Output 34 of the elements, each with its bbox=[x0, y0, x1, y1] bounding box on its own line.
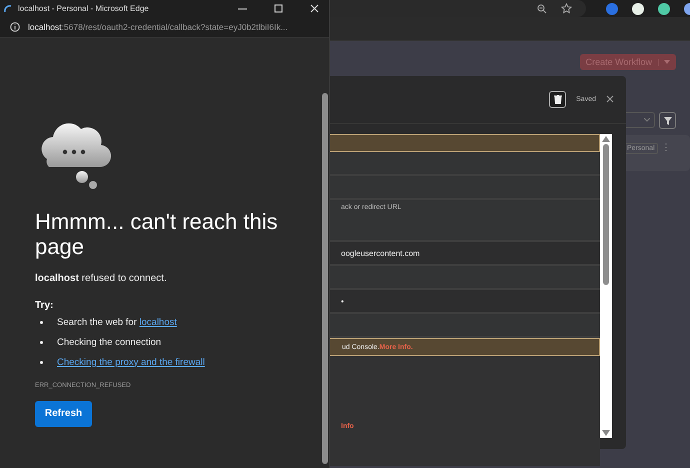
filter-button[interactable] bbox=[659, 112, 676, 129]
bullet-icon bbox=[40, 360, 43, 364]
zoom-out-icon bbox=[537, 4, 547, 14]
suggestion-text: Checking the connection bbox=[57, 336, 162, 348]
extension-icon bbox=[606, 2, 618, 14]
info-icon bbox=[10, 22, 20, 32]
error-heading: Hmmm... can't reach this page bbox=[35, 209, 279, 260]
star-icon bbox=[561, 3, 572, 14]
close-icon bbox=[310, 4, 318, 13]
more-menu[interactable]: ⋮ bbox=[662, 143, 671, 152]
delete-button[interactable] bbox=[549, 91, 566, 108]
maximize-icon bbox=[274, 4, 282, 13]
up-arrow-icon bbox=[602, 136, 610, 142]
scrollbar[interactable] bbox=[600, 134, 612, 438]
try-label: Try: bbox=[35, 300, 54, 311]
extension-icon bbox=[632, 2, 644, 14]
window-title: localhost - Personal - Microsoft Edge bbox=[18, 4, 150, 13]
bullet-icon bbox=[40, 340, 43, 344]
suggestion-text: Search the web for localhost bbox=[57, 316, 177, 328]
chevron-icon bbox=[644, 118, 650, 122]
row-text: • bbox=[341, 296, 344, 306]
caret-icon bbox=[664, 60, 670, 64]
extension-icon bbox=[658, 2, 670, 14]
search-link[interactable]: localhost bbox=[139, 316, 177, 328]
down-arrow-icon bbox=[602, 430, 610, 436]
refresh-button[interactable]: Refresh bbox=[35, 400, 92, 427]
trash-icon bbox=[554, 95, 562, 104]
row-text: oogleusercontent.com bbox=[341, 248, 420, 258]
close-icon bbox=[606, 94, 614, 102]
bullet-icon bbox=[40, 320, 43, 324]
loading-icon bbox=[4, 4, 12, 12]
suggestion-link[interactable]: Checking the proxy and the firewall bbox=[57, 356, 205, 368]
filter-icon bbox=[664, 116, 672, 124]
error-message: localhost refused to connect. bbox=[35, 272, 168, 284]
